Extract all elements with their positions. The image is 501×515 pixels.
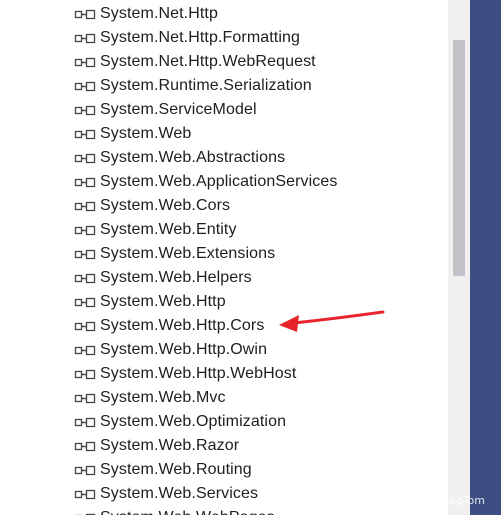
- reference-label: System.Web.Http.Owin: [100, 341, 268, 358]
- reference-label: System.Web.Entity: [100, 221, 237, 238]
- reference-item[interactable]: System.Net.Http: [74, 2, 218, 26]
- side-panel: [470, 0, 501, 515]
- assembly-reference-icon: [74, 200, 96, 212]
- assembly-reference-icon: [74, 56, 96, 68]
- assembly-reference-icon: [74, 32, 96, 44]
- assembly-reference-icon: [74, 296, 96, 308]
- reference-item[interactable]: System.Web.Helpers: [74, 266, 252, 290]
- reference-label: System.Web.Http: [100, 293, 226, 310]
- vertical-scrollbar[interactable]: [448, 0, 470, 515]
- assembly-reference-icon: [74, 464, 96, 476]
- references-tree: System.Net.Http System.Net.Http.Formattin…: [0, 0, 448, 515]
- reference-label: System.Web.Helpers: [100, 269, 252, 286]
- reference-item[interactable]: System.Web.Http: [74, 290, 226, 314]
- reference-label: System.Web.Cors: [100, 197, 231, 214]
- reference-item[interactable]: System.Web.ApplicationServices: [74, 170, 337, 194]
- reference-label: System.Web.Services: [100, 485, 259, 502]
- reference-item[interactable]: System.Web.Services: [74, 482, 258, 506]
- assembly-reference-icon: [74, 8, 96, 20]
- assembly-reference-icon: [74, 416, 96, 428]
- assembly-reference-icon: [74, 248, 96, 260]
- reference-label: System.Net.Http.Formatting: [100, 29, 300, 46]
- reference-label: System.Web.Mvc: [100, 389, 226, 406]
- reference-item[interactable]: System.Web.WebPages: [74, 506, 275, 515]
- reference-label: System.ServiceModel: [100, 101, 257, 118]
- reference-item[interactable]: System.Web.Optimization: [74, 410, 286, 434]
- assembly-reference-icon: [74, 488, 96, 500]
- reference-item[interactable]: System.Web.Mvc: [74, 386, 226, 410]
- reference-item[interactable]: System.Web.Http.WebHost: [74, 362, 296, 386]
- reference-label: System.Web.Abstractions: [100, 149, 286, 166]
- reference-item[interactable]: System.ServiceModel: [74, 98, 257, 122]
- assembly-reference-icon: [74, 80, 96, 92]
- assembly-reference-icon: [74, 152, 96, 164]
- assembly-reference-icon: [74, 176, 96, 188]
- reference-label: System.Runtime.Serialization: [100, 77, 312, 94]
- assembly-reference-icon: [74, 320, 96, 332]
- reference-item[interactable]: System.Web.Razor: [74, 434, 239, 458]
- reference-label: System.Web.Optimization: [100, 413, 287, 430]
- reference-label: System.Net.Http.WebRequest: [100, 53, 316, 70]
- reference-item[interactable]: System.Web.Extensions: [74, 242, 275, 266]
- assembly-reference-icon: [74, 224, 96, 236]
- reference-label: System.Web.Extensions: [100, 245, 276, 262]
- reference-item[interactable]: System.Runtime.Serialization: [74, 74, 312, 98]
- watermark: CSDN @JagTom: [399, 494, 485, 507]
- reference-item[interactable]: System.Web.Entity: [74, 218, 237, 242]
- assembly-reference-icon: [74, 392, 96, 404]
- reference-label: System.Web.Http.WebHost: [100, 365, 297, 382]
- reference-item[interactable]: System.Web.Cors: [74, 194, 230, 218]
- reference-item[interactable]: System.Net.Http.WebRequest: [74, 50, 316, 74]
- scrollbar-thumb[interactable]: [453, 40, 465, 276]
- reference-label: System.Web.Routing: [100, 461, 252, 478]
- reference-label: System.Net.Http: [100, 5, 218, 22]
- assembly-reference-icon: [74, 344, 96, 356]
- reference-label: System.Web.Razor: [100, 437, 240, 454]
- assembly-reference-icon: [74, 368, 96, 380]
- reference-item[interactable]: System.Web.Http.Cors: [74, 314, 264, 338]
- reference-label: System.Web.ApplicationServices: [100, 173, 338, 190]
- assembly-reference-icon: [74, 128, 96, 140]
- reference-item[interactable]: System.Web.Routing: [74, 458, 252, 482]
- reference-item[interactable]: System.Web.Abstractions: [74, 146, 285, 170]
- reference-item[interactable]: System.Web: [74, 122, 191, 146]
- reference-item[interactable]: System.Net.Http.Formatting: [74, 26, 300, 50]
- reference-item[interactable]: System.Web.Http.Owin: [74, 338, 267, 362]
- assembly-reference-icon: [74, 104, 96, 116]
- reference-label: System.Web.WebPages: [100, 509, 275, 515]
- reference-label: System.Web: [100, 125, 192, 142]
- reference-label: System.Web.Http.Cors: [100, 317, 265, 334]
- assembly-reference-icon: [74, 440, 96, 452]
- assembly-reference-icon: [74, 272, 96, 284]
